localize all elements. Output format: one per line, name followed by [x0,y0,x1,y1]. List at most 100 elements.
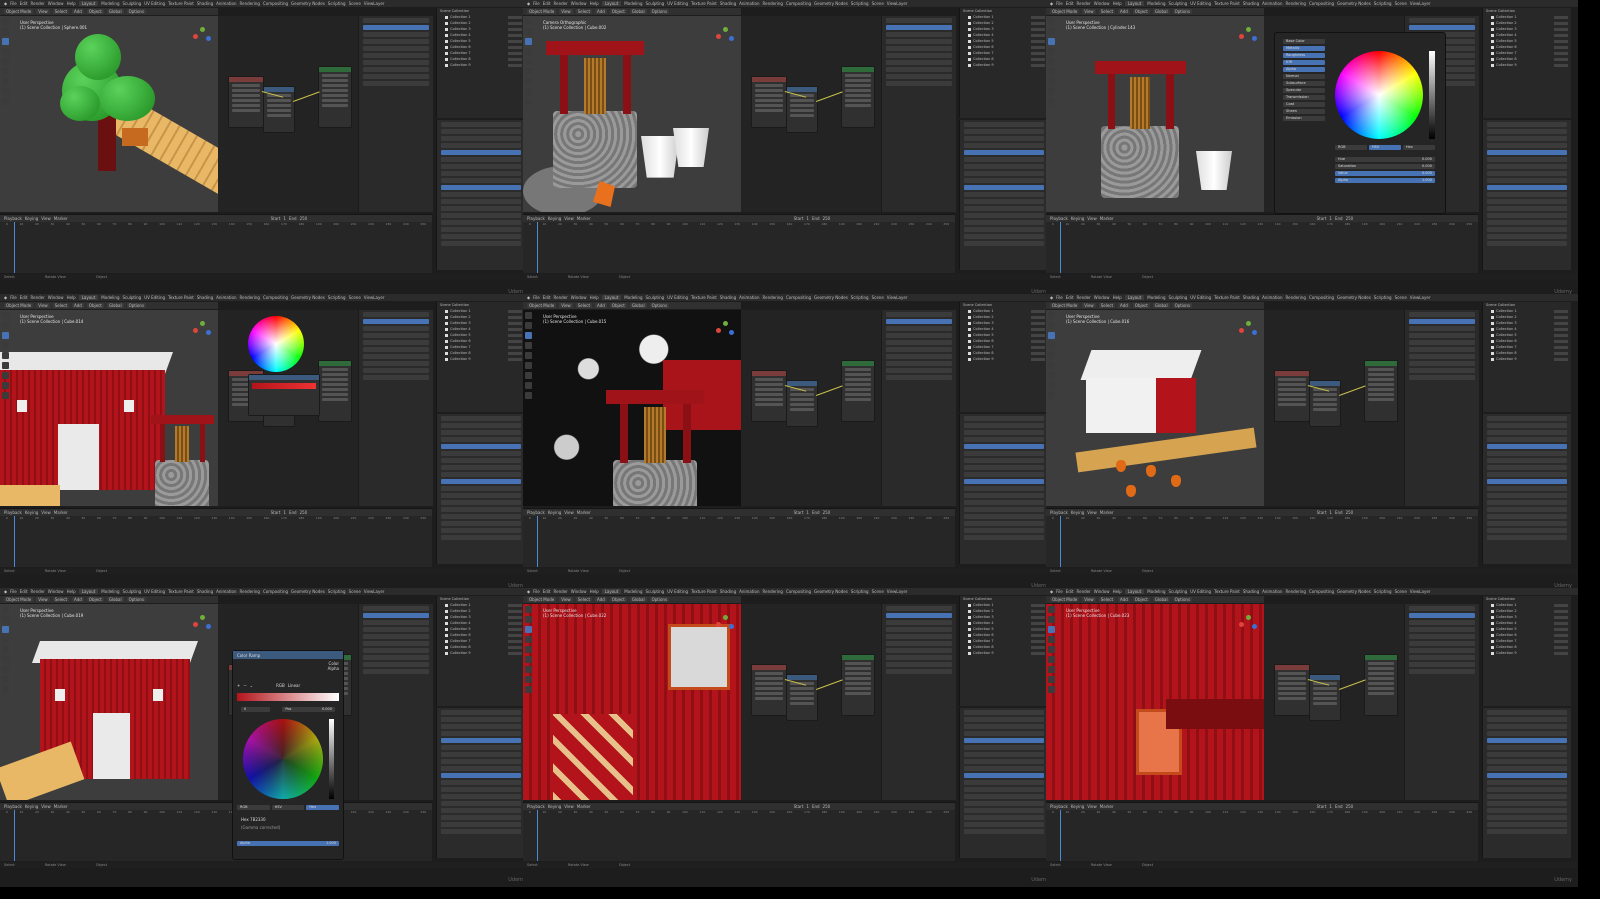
y-axis-icon[interactable] [723,27,728,32]
sidebar-field[interactable] [886,60,952,65]
sidebar-field[interactable] [363,368,429,373]
view-menu-object[interactable]: Object [86,303,104,308]
x-axis-icon[interactable] [1239,328,1244,333]
property-field[interactable] [441,171,521,176]
color-wheel[interactable] [243,719,323,799]
workspace-tab[interactable]: Compositing [786,589,811,594]
property-field[interactable] [441,486,521,491]
y-axis-icon[interactable] [723,615,728,620]
sidebar-field[interactable] [886,81,952,86]
scene-name[interactable]: Scene [1395,589,1407,594]
property-field[interactable] [964,815,1044,820]
workspace-tab[interactable]: Layout [78,295,99,300]
blender-logo-icon[interactable]: ◆ [1050,295,1053,300]
property-field[interactable] [441,787,521,792]
property-field[interactable] [964,822,1044,827]
sidebar-field[interactable] [886,46,952,51]
principled-input[interactable]: Alpha [1283,67,1325,72]
sidebar-field[interactable] [363,641,429,646]
visibility-toggle-icon[interactable] [508,27,522,31]
workspace-tab[interactable]: Sculpting [123,589,142,594]
property-field[interactable] [1487,535,1567,540]
timeline-menu-playback[interactable]: Playback [4,804,22,809]
view-menu-add[interactable]: Add [72,597,84,602]
select-tool-icon[interactable] [525,606,532,613]
workspace-tab[interactable]: Scripting [851,295,869,300]
ramp-color-mode[interactable]: RGB [276,683,285,688]
workspace-tab[interactable]: Rendering [763,1,783,6]
options-dropdown[interactable]: Options [126,303,147,308]
view-menu-add[interactable]: Add [72,9,84,14]
property-field[interactable] [964,437,1044,442]
workspace-tab[interactable]: Layout [601,295,622,300]
property-field[interactable] [441,157,521,162]
property-field[interactable] [1487,129,1567,134]
property-field[interactable] [1487,514,1567,519]
mode-dropdown[interactable]: Object Mode [527,303,557,308]
measure-tool-icon[interactable] [1048,382,1055,389]
timeline-menu-playback[interactable]: Playback [4,216,22,221]
sidebar-field[interactable] [363,655,429,660]
sidebar-field[interactable] [1409,655,1475,660]
workspace-tab[interactable]: UV Editing [667,295,688,300]
property-field[interactable] [1487,507,1567,512]
navigation-gizmo[interactable] [1238,320,1258,340]
cursor-tool-icon[interactable] [2,616,9,623]
options-dropdown[interactable]: Options [1172,9,1193,14]
timeline-menu-view[interactable]: View [41,804,51,809]
workspace-tab[interactable]: Rendering [1286,589,1306,594]
principled-input[interactable]: Transmission [1283,95,1325,100]
visibility-toggle-icon[interactable] [1554,321,1568,325]
workspace-tab[interactable]: Layout [601,589,622,594]
timeline-menu-view[interactable]: View [41,510,51,515]
measure-tool-icon[interactable] [2,676,9,683]
workspace-tab[interactable]: Layout [78,1,99,6]
timeline-menu-view[interactable]: View [1087,804,1097,809]
visibility-toggle-icon[interactable] [1031,327,1045,331]
principled-input[interactable]: Emission [1283,116,1325,121]
playhead[interactable] [537,222,538,273]
property-field[interactable] [441,150,521,155]
visibility-toggle-icon[interactable] [1031,339,1045,343]
property-field[interactable] [964,759,1044,764]
move-tool-icon[interactable] [525,38,532,45]
visibility-toggle-icon[interactable] [1554,63,1568,67]
menu-help[interactable]: Help [67,1,76,6]
property-field[interactable] [1487,808,1567,813]
property-field[interactable] [1487,164,1567,169]
property-field[interactable] [964,185,1044,190]
annotate-tool-icon[interactable] [2,372,9,379]
sidebar-field[interactable] [1409,669,1475,674]
visibility-toggle-icon[interactable] [508,63,522,67]
annotate-tool-icon[interactable] [1048,78,1055,85]
select-tool-icon[interactable] [1048,18,1055,25]
visibility-toggle-icon[interactable] [1554,39,1568,43]
visibility-toggle-icon[interactable] [1554,357,1568,361]
workspace-tab[interactable]: Texture Paint [691,589,717,594]
workspace-tab[interactable]: UV Editing [144,589,165,594]
move-tool-icon[interactable] [2,626,9,633]
property-field[interactable] [1487,787,1567,792]
view-menu-add[interactable]: Add [595,303,607,308]
end-frame-field[interactable]: 250 [823,804,831,809]
property-field[interactable] [964,157,1044,162]
workspace-tab[interactable]: Modeling [1147,295,1165,300]
shader-node[interactable] [1274,664,1310,716]
value-slider[interactable] [1429,51,1435,139]
workspace-tab[interactable]: Modeling [101,1,119,6]
property-field[interactable] [441,507,521,512]
property-field[interactable] [441,458,521,463]
property-field[interactable] [441,199,521,204]
principled-input[interactable]: Metallic [1283,46,1325,51]
property-field[interactable] [964,731,1044,736]
view-menu-add[interactable]: Add [595,9,607,14]
visibility-toggle-icon[interactable] [508,45,522,49]
property-field[interactable] [1487,521,1567,526]
property-field[interactable] [441,451,521,456]
timeline-editor[interactable]: PlaybackKeyingViewMarkerStart1End2500102… [0,508,432,567]
menu-edit[interactable]: Edit [543,295,551,300]
workspace-tab[interactable]: Modeling [624,1,642,6]
property-field[interactable] [964,164,1044,169]
property-field[interactable] [1487,479,1567,484]
timeline-editor[interactable]: PlaybackKeyingViewMarkerStart1End2500102… [1046,214,1478,273]
